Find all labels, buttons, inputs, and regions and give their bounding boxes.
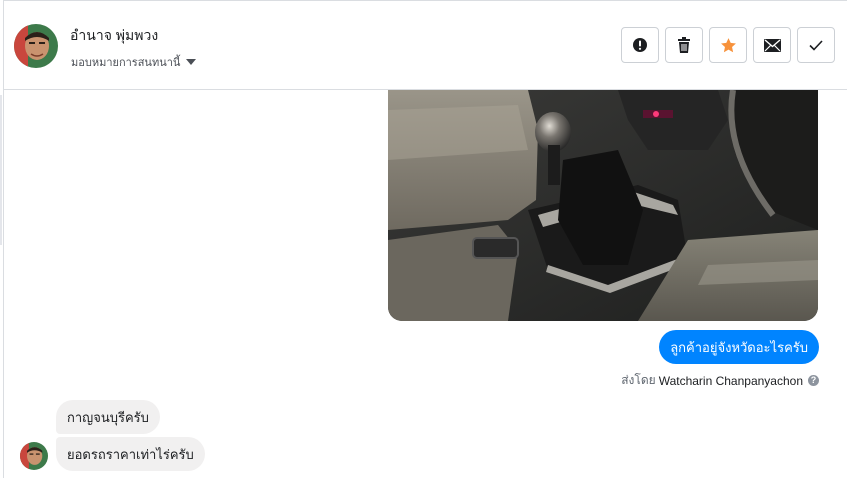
trash-icon [678,37,690,53]
incoming-message[interactable]: กาญจนบุรีครับ [56,400,160,434]
contact-avatar-small[interactable] [20,442,48,470]
envelope-icon [763,38,781,52]
assign-label: มอบหมายการสนทนานี้ [71,57,181,69]
sent-by-prefix: ส่งโดย [621,373,656,387]
caret-down-icon [186,59,197,65]
outgoing-message[interactable]: ลูกค้าอยู่จังหวัดอะไรครับ [659,330,819,364]
mark-done-button[interactable] [797,27,835,63]
star-icon [720,37,736,52]
delete-button[interactable] [665,27,703,63]
contact-avatar[interactable] [14,24,58,68]
conversation-header: อำนาจ พุ่มพวง มอบหมายการสนทนานี้ [4,1,847,90]
header-actions [621,27,835,63]
mark-unread-button[interactable] [753,27,791,63]
checkmark-icon [809,39,823,51]
scrollbar[interactable] [0,95,2,245]
sender-name[interactable]: Watcharin Chanpanyachon [659,374,803,388]
star-button[interactable] [709,27,747,63]
contact-name[interactable]: อำนาจ พุ่มพวง [70,25,158,47]
assign-conversation-dropdown[interactable]: มอบหมายการสนทนานี้ [71,53,197,71]
exclamation-circle-icon [633,38,647,52]
sent-by-label: ส่งโดย Watcharin Chanpanyachon ? [621,371,819,390]
question-icon[interactable]: ? [808,375,819,386]
attached-photo[interactable] [388,90,818,321]
incoming-message[interactable]: ยอดรถราคาเท่าไร่ครับ [56,437,205,471]
report-spam-button[interactable] [621,27,659,63]
